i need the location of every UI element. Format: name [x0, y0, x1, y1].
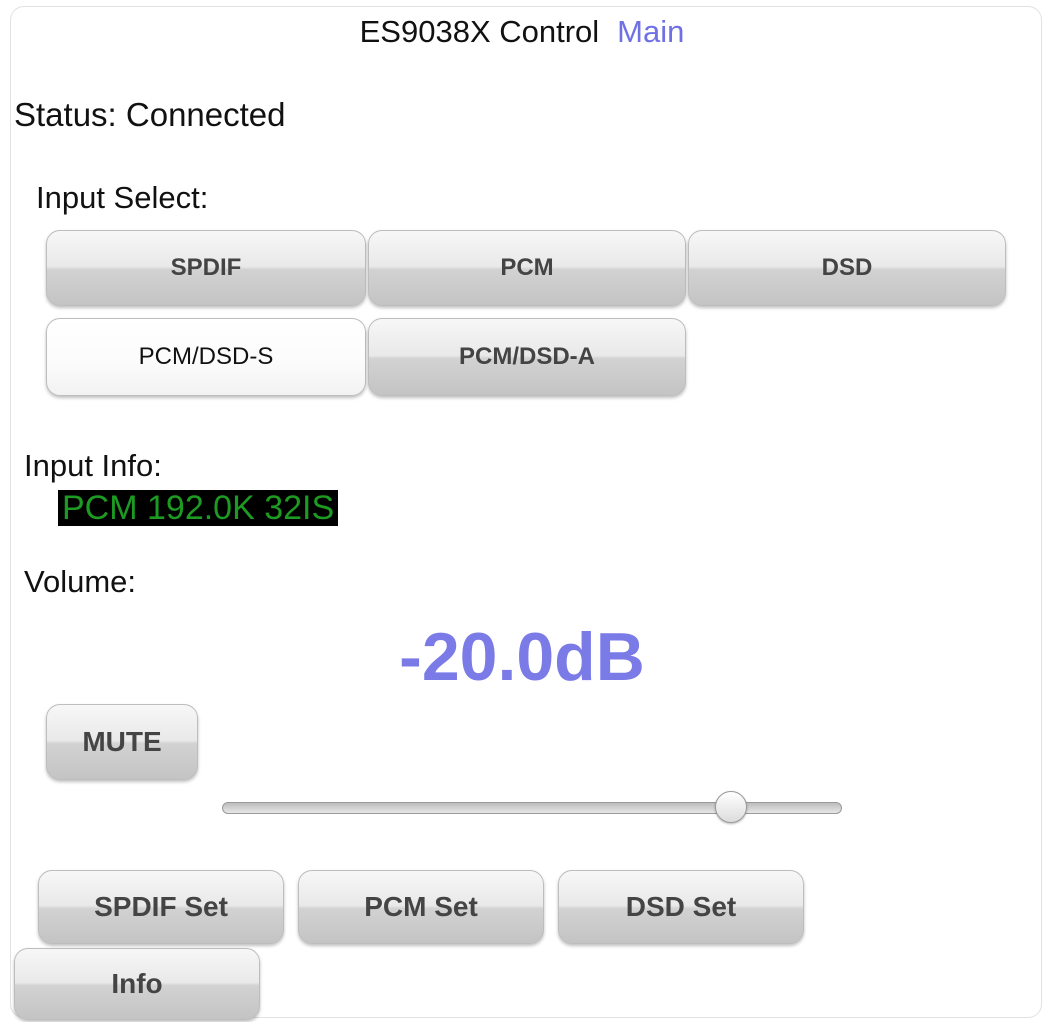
input-select-label: Input Select: — [36, 180, 209, 215]
input-pcm-button[interactable]: PCM — [368, 230, 686, 306]
input-spdif-button[interactable]: SPDIF — [46, 230, 366, 306]
input-dsd-button[interactable]: DSD — [688, 230, 1006, 306]
pcm-set-button[interactable]: PCM Set — [298, 870, 544, 944]
info-button[interactable]: Info — [14, 948, 260, 1020]
input-info-display: PCM 192.0K 32IS — [58, 490, 339, 526]
mute-button[interactable]: MUTE — [46, 704, 198, 780]
main-link[interactable]: Main — [617, 14, 684, 49]
page-header: ES9038X Control Main — [0, 14, 1044, 50]
input-pcm-dsd-s-button[interactable]: PCM/DSD-S — [46, 318, 366, 396]
volume-slider-thumb[interactable] — [715, 791, 748, 823]
volume-value: -20.0dB — [399, 619, 645, 695]
volume-slider[interactable] — [222, 788, 842, 828]
page-title: ES9038X Control — [359, 14, 600, 49]
volume-label: Volume: — [24, 564, 137, 599]
spdif-set-button[interactable]: SPDIF Set — [38, 870, 284, 944]
input-info-label: Input Info: — [24, 448, 162, 483]
volume-slider-track[interactable] — [222, 802, 842, 814]
input-pcm-dsd-a-button[interactable]: PCM/DSD-A — [368, 318, 686, 396]
connection-status: Status: Connected — [14, 96, 286, 133]
dsd-set-button[interactable]: DSD Set — [558, 870, 804, 944]
